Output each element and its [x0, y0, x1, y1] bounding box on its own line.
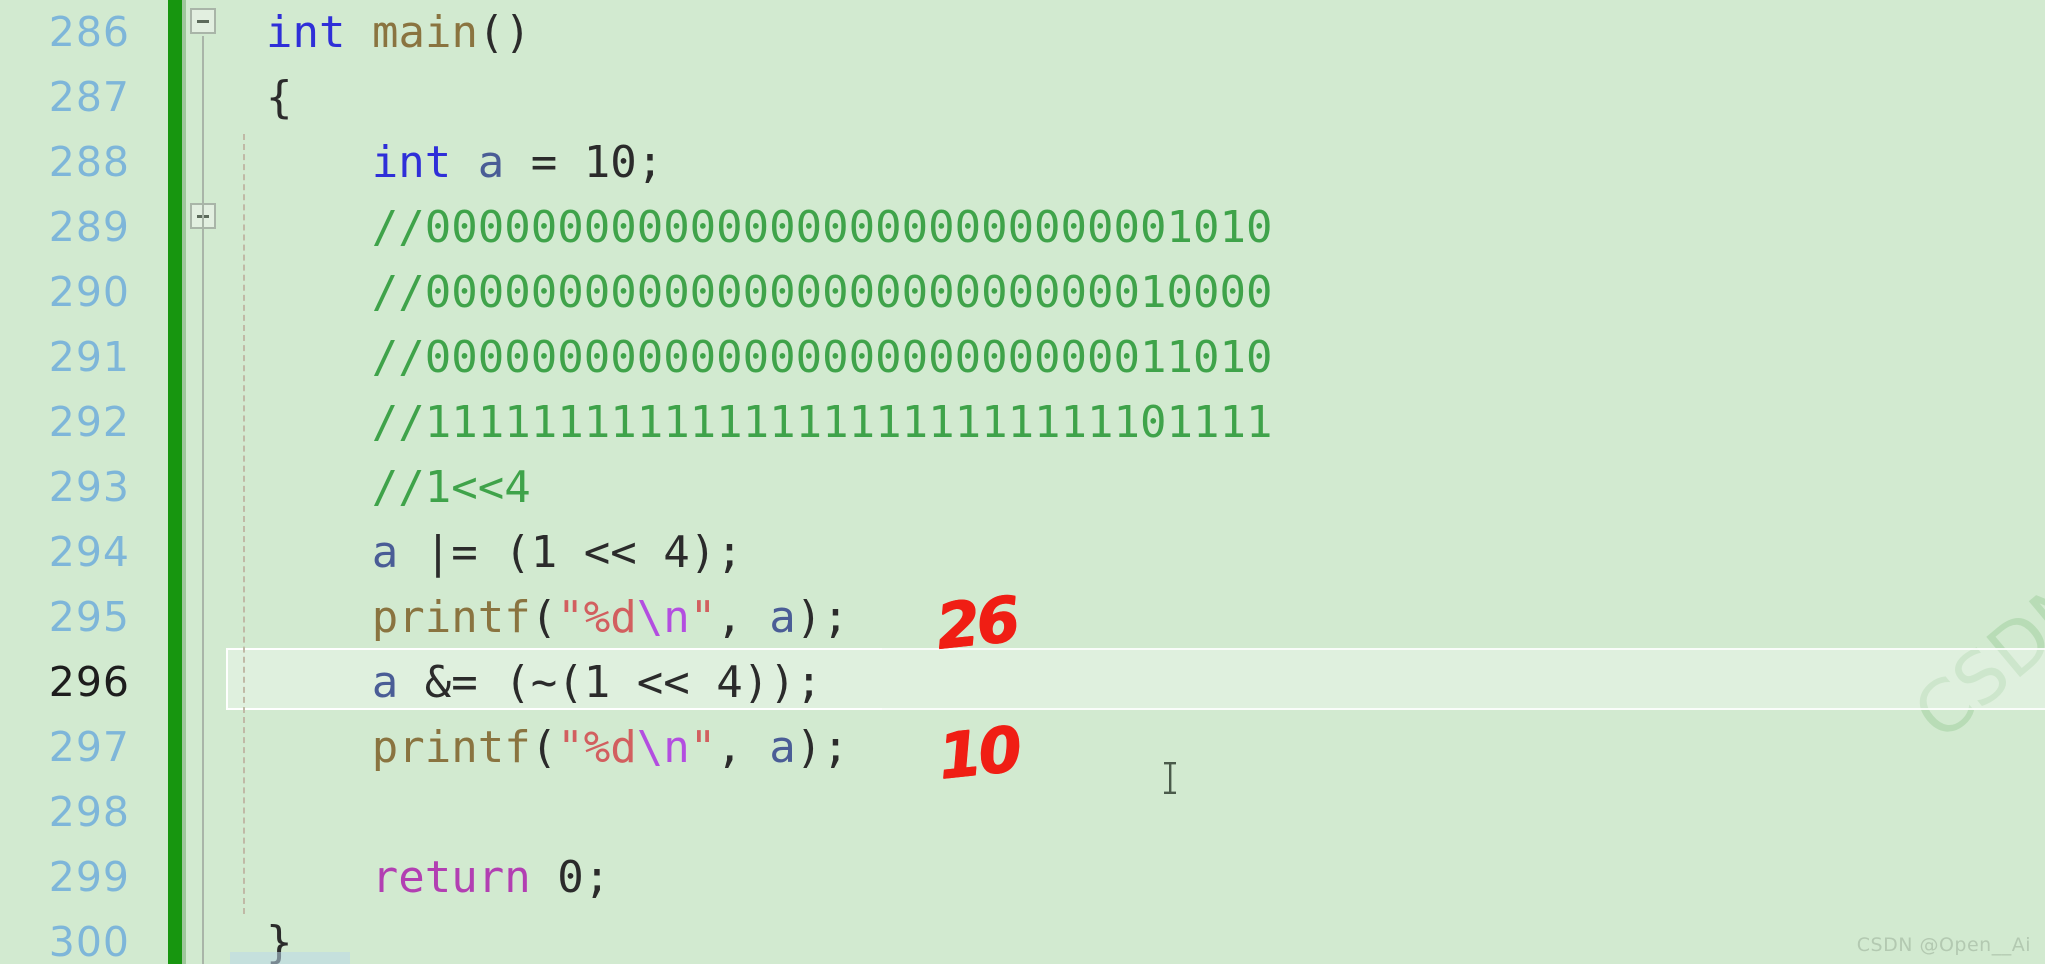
line-number-299: 299 [48, 853, 130, 901]
token-var: a [477, 137, 505, 188]
token-plain: = [504, 137, 584, 188]
line-number-293: 293 [48, 463, 130, 511]
token-num: 1 [583, 657, 611, 708]
code-line-291[interactable]: //00000000000000000000000000011010 [230, 325, 2045, 390]
token-var: a [769, 722, 796, 773]
fold-region-line [202, 36, 204, 964]
token-ret: return [371, 852, 531, 903]
token-plain: ); [795, 592, 849, 643]
token-num: 4 [663, 527, 690, 578]
code-line-286[interactable]: int main() [230, 0, 2045, 65]
line-number-287: 287 [48, 73, 130, 121]
token-plain: ); [689, 527, 743, 578]
line-number-289: 289 [48, 203, 130, 251]
code-line-287[interactable]: { [230, 65, 2045, 130]
token-plain: () [477, 7, 531, 58]
code-editor[interactable]: CSDN 286 287 288 289 290 291 292 293 294 295 296 29… [0, 0, 2045, 964]
change-bar-edge [182, 0, 186, 964]
code-line-290[interactable]: //00000000000000000000000000010000 [230, 260, 2045, 325]
token-plain: , [716, 722, 770, 773]
change-bar [168, 0, 182, 964]
line-number-292: 292 [48, 398, 130, 446]
token-plain: )); [742, 657, 823, 708]
token-str: "%d [557, 722, 637, 773]
token-plain: << [610, 657, 717, 708]
fold-marker-286[interactable] [190, 8, 216, 34]
editor-bottom-edge [230, 952, 350, 964]
token-str: " [689, 722, 717, 773]
line-number-291: 291 [48, 333, 130, 381]
line-number-290: 290 [48, 268, 130, 316]
line-number-295: 295 [48, 593, 130, 641]
token-var: a [769, 592, 796, 643]
token-fn: main [371, 7, 478, 58]
token-plain: << [557, 527, 664, 578]
token-fn: printf [371, 722, 531, 773]
token-plain: ); [795, 722, 849, 773]
line-number-300: 300 [48, 918, 130, 964]
token-plain: ( [530, 592, 558, 643]
token-plain: &= (~( [398, 657, 584, 708]
code-line-292[interactable]: //11111111111111111111111111101111 [230, 390, 2045, 455]
token-num: 1 [530, 527, 558, 578]
line-number-297: 297 [48, 723, 130, 771]
token-plain: , [716, 592, 770, 643]
token-num: 0 [557, 852, 584, 903]
code-line-288[interactable]: int a = 10; [230, 130, 2045, 195]
line-number-294: 294 [48, 528, 130, 576]
line-number-296: 296 [48, 658, 130, 706]
token-plain: ( [530, 722, 558, 773]
code-line-289[interactable]: //00000000000000000000000000001010 [230, 195, 2045, 260]
token-comment: //11111111111111111111111111101111 [371, 397, 1273, 448]
token-num: 4 [716, 657, 743, 708]
token-plain: { [266, 72, 293, 123]
token-fn: printf [371, 592, 531, 643]
token-var: a [371, 657, 399, 708]
code-line-298[interactable] [230, 780, 2045, 845]
code-line-299[interactable]: return 0; [230, 845, 2045, 910]
token-num: 10 [583, 137, 637, 188]
code-line-300[interactable]: } [230, 910, 2045, 964]
token-comment: //00000000000000000000000000001010 [371, 202, 1273, 253]
token-kw: int [371, 137, 452, 188]
fold-column[interactable] [190, 0, 230, 964]
token-var: a [371, 527, 399, 578]
csdn-watermark: CSDN @Open__Ai [1856, 934, 2031, 956]
code-line-297[interactable]: printf("%d\n", a); [230, 715, 2045, 780]
line-number-gutter: 286 287 288 289 290 291 292 293 294 295 296 297 298 2… [0, 0, 167, 964]
token-esc: \n [636, 592, 690, 643]
token-comment: //00000000000000000000000000011010 [371, 332, 1273, 383]
token-str: "%d [557, 592, 637, 643]
line-number-286: 286 [48, 8, 130, 56]
code-line-295[interactable]: printf("%d\n", a); [230, 585, 2045, 650]
line-number-298: 298 [48, 788, 130, 836]
code-line-296[interactable]: a &= (~(1 << 4)); [230, 650, 2045, 715]
token-kw: int [266, 7, 346, 58]
handwritten-annotation-26: 26 [932, 582, 1020, 663]
token-esc: \n [636, 722, 690, 773]
token-comment: //1<<4 [371, 462, 531, 513]
indent-guide [243, 134, 245, 914]
token-plain: ; [583, 852, 611, 903]
line-number-288: 288 [48, 138, 130, 186]
token-plain: |= ( [398, 527, 531, 578]
code-line-294[interactable]: a |= (1 << 4); [230, 520, 2045, 585]
token-plain: ; [636, 137, 664, 188]
token-comment: //00000000000000000000000000010000 [371, 267, 1273, 318]
handwritten-annotation-10: 10 [934, 712, 1022, 793]
code-content[interactable]: int main(){int a = 10;//0000000000000000… [230, 0, 2045, 964]
token-str: " [689, 592, 717, 643]
code-line-293[interactable]: //1<<4 [230, 455, 2045, 520]
